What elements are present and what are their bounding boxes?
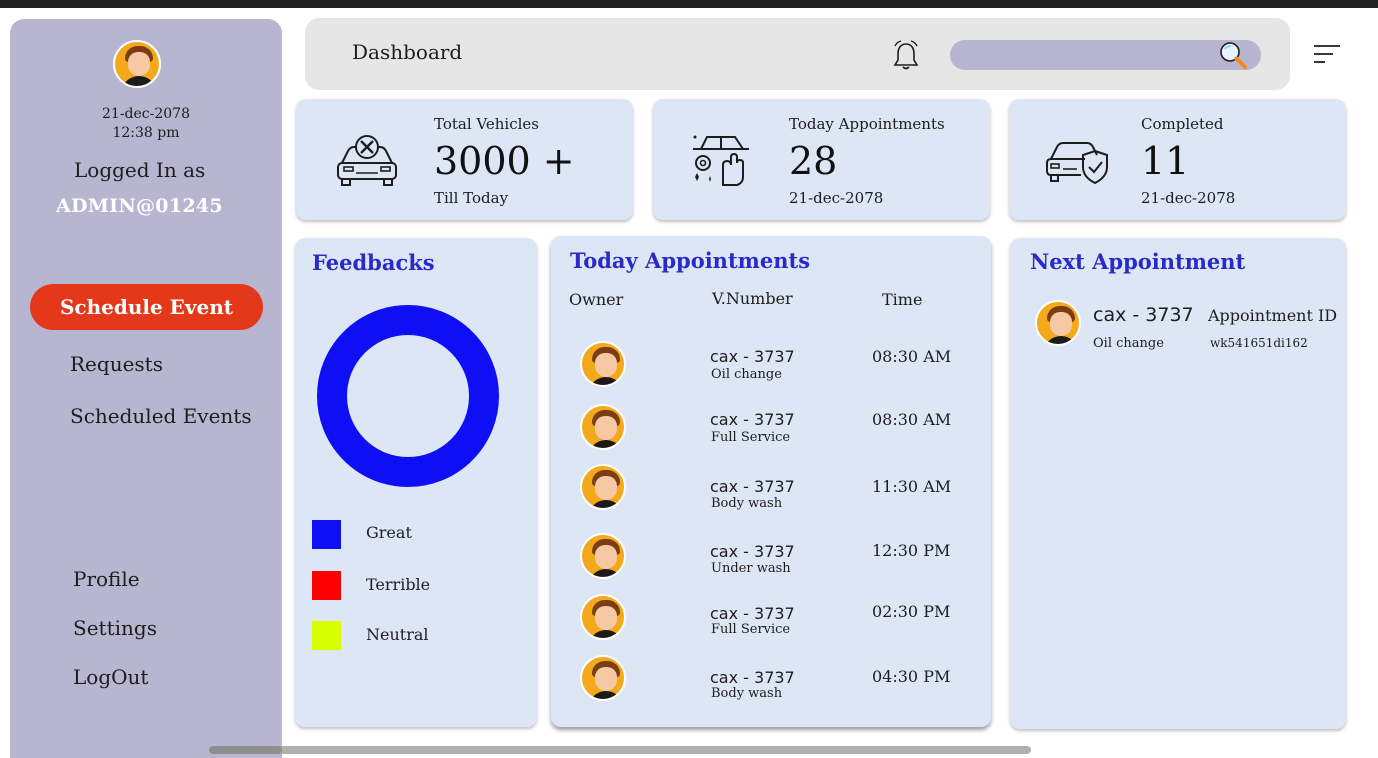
search-input[interactable] <box>950 40 1261 70</box>
sidebar-item-profile[interactable]: Profile <box>73 567 140 591</box>
stat-label: Completed <box>1141 115 1224 133</box>
appointment-time: 04:30 PM <box>872 667 951 686</box>
table-row[interactable]: cax - 3737 Full Service 08:30 AM <box>551 404 991 464</box>
column-header-owner: Owner <box>569 290 624 309</box>
appointment-time: 11:30 AM <box>872 477 952 496</box>
window-top-strip <box>0 0 1378 8</box>
feedbacks-panel: Feedbacks Great Terrible Neutral <box>295 238 537 727</box>
vehicle-number: cax - 3737 <box>710 347 795 366</box>
page-title: Dashboard <box>352 40 463 64</box>
next-appointment-panel: Next Appointment cax - 3737 Oil change A… <box>1010 238 1346 729</box>
legend-label-neutral: Neutral <box>366 625 429 644</box>
current-datetime: 21-dec-2078 12:38 pm <box>10 105 282 143</box>
vehicle-number: cax - 3737 <box>710 668 795 687</box>
stat-value: 11 <box>1141 139 1190 183</box>
search-icon[interactable] <box>1218 41 1248 69</box>
scrollbar-thumb[interactable] <box>209 746 282 754</box>
today-appointments-panel: Today Appointments Owner V.Number Time c… <box>551 236 991 727</box>
service-type: Full Service <box>711 622 791 637</box>
stat-value: 3000 + <box>434 139 575 183</box>
owner-avatar <box>1035 300 1081 346</box>
service-type: Body wash <box>711 496 783 511</box>
table-row[interactable]: cax - 3737 Body wash 11:30 AM <box>551 464 991 524</box>
stat-card-completed: Completed 11 21-dec-2078 <box>1009 99 1346 220</box>
sidebar: 21-dec-2078 12:38 pm Logged In as ADMIN@… <box>10 19 282 758</box>
vehicle-number: cax - 3737 <box>710 542 795 561</box>
legend-label-great: Great <box>366 523 412 542</box>
bell-icon[interactable] <box>892 40 920 70</box>
appointment-id-value: wk541651di162 <box>1210 336 1308 350</box>
appointment-time: 08:30 AM <box>872 347 952 366</box>
table-row[interactable]: cax - 3737 Under wash 12:30 PM <box>551 533 991 593</box>
table-row[interactable]: cax - 3737 Full Service 02:30 PM <box>551 594 991 654</box>
stat-label: Total Vehicles <box>434 115 539 133</box>
sidebar-item-scheduled-events[interactable]: Scheduled Events <box>70 404 252 428</box>
car-repair-icon <box>337 135 397 186</box>
sidebar-item-settings[interactable]: Settings <box>73 616 157 640</box>
owner-avatar <box>580 594 626 640</box>
stat-card-today-appointments: Today Appointments 28 21-dec-2078 <box>653 99 990 220</box>
feedback-donut-chart <box>317 305 499 487</box>
owner-avatar <box>580 533 626 579</box>
owner-avatar <box>580 341 626 387</box>
appointment-time: 08:30 AM <box>872 410 952 429</box>
service-type: Full Service <box>711 430 791 445</box>
column-header-time: Time <box>882 290 923 309</box>
vehicle-number: cax - 3737 <box>710 604 795 623</box>
header-bar: Dashboard <box>305 18 1290 90</box>
car-wash-icon <box>693 135 749 186</box>
vehicle-number: cax - 3737 <box>710 477 795 496</box>
username: ADMIN@01245 <box>56 195 223 217</box>
table-row[interactable]: cax - 3737 Oil change 08:30 AM <box>551 341 991 401</box>
user-avatar[interactable] <box>113 40 161 88</box>
stat-label: Today Appointments <box>789 115 945 133</box>
current-time: 12:38 pm <box>112 125 180 141</box>
legend-swatch-terrible <box>312 571 341 600</box>
owner-avatar <box>580 655 626 701</box>
sidebar-item-logout[interactable]: LogOut <box>73 665 148 689</box>
panel-title: Today Appointments <box>570 248 811 273</box>
owner-avatar <box>580 464 626 510</box>
horizontal-scrollbar[interactable] <box>209 746 1031 754</box>
owner-avatar <box>580 404 626 450</box>
column-header-vnumber: V.Number <box>712 289 793 308</box>
stat-subtext: 21-dec-2078 <box>1141 189 1236 207</box>
vehicle-number: cax - 3737 <box>1093 304 1194 326</box>
service-type: Oil change <box>1093 336 1164 351</box>
service-type: Body wash <box>711 686 783 701</box>
stat-subtext: Till Today <box>434 189 509 207</box>
service-type: Under wash <box>711 561 791 576</box>
table-row[interactable]: cax - 3737 Body wash 04:30 PM <box>551 655 991 715</box>
appointment-time: 12:30 PM <box>872 541 951 560</box>
stat-value: 28 <box>789 139 838 183</box>
logged-in-label: Logged In as <box>74 158 206 182</box>
panel-title: Feedbacks <box>312 250 435 275</box>
stat-card-total-vehicles: Total Vehicles 3000 + Till Today <box>296 99 633 220</box>
panel-title: Next Appointment <box>1030 249 1246 274</box>
car-shield-icon <box>1046 142 1108 185</box>
service-type: Oil change <box>711 367 782 382</box>
legend-label-terrible: Terrible <box>366 575 431 594</box>
appointment-time: 02:30 PM <box>872 602 951 621</box>
schedule-event-button[interactable]: Schedule Event <box>30 284 263 330</box>
current-date: 21-dec-2078 <box>102 106 190 122</box>
appointment-id-label: Appointment ID <box>1208 306 1338 325</box>
vehicle-number: cax - 3737 <box>710 410 795 429</box>
sidebar-item-requests[interactable]: Requests <box>70 352 163 376</box>
menu-icon[interactable] <box>1313 43 1341 65</box>
stat-subtext: 21-dec-2078 <box>789 189 884 207</box>
legend-swatch-neutral <box>312 621 341 650</box>
legend-swatch-great <box>312 520 341 549</box>
